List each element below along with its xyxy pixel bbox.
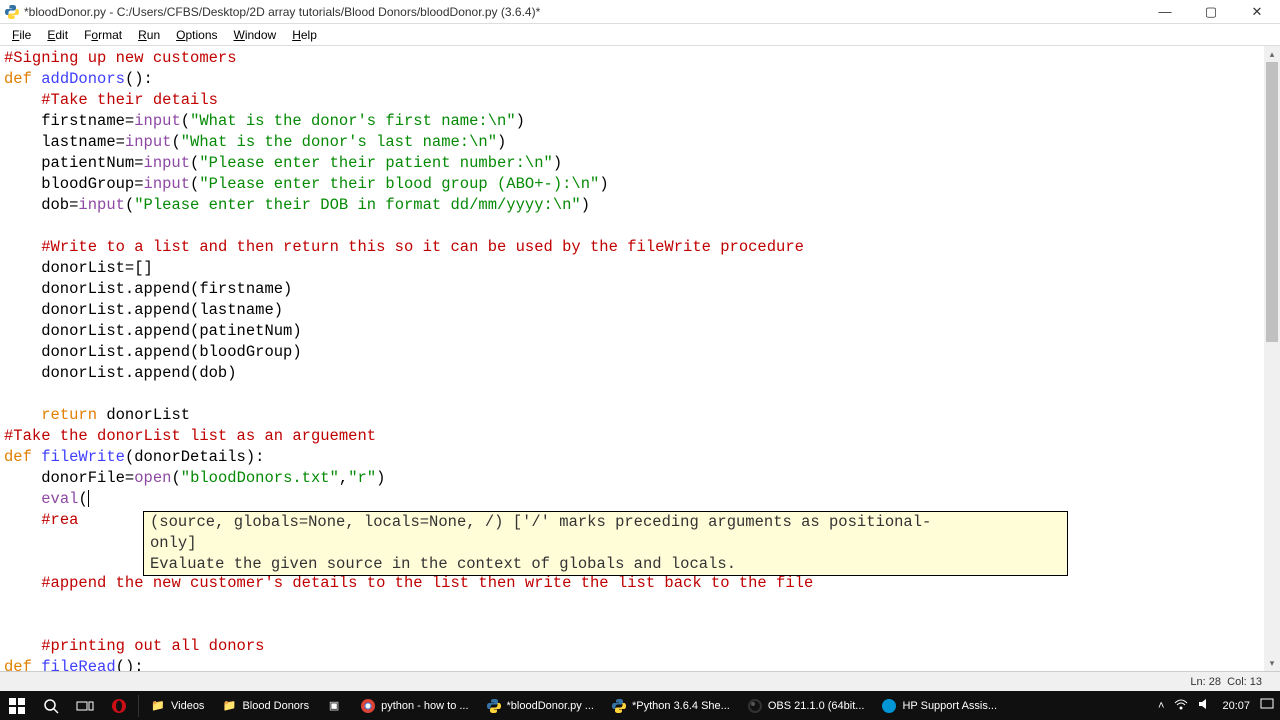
start-button[interactable] — [0, 691, 34, 720]
scroll-up-arrow[interactable]: ▴ — [1264, 46, 1280, 62]
search-button[interactable] — [34, 691, 68, 720]
maximize-button[interactable]: ▢ — [1188, 0, 1234, 24]
notification-icon[interactable] — [1260, 697, 1274, 714]
taskbar-separator — [138, 695, 139, 717]
window-controls: — ▢ ✕ — [1142, 0, 1280, 24]
chrome-icon — [359, 697, 377, 715]
menubar: File Edit Format Run Options Window Help — [0, 24, 1280, 46]
calltip-doc: Evaluate the given source in the context… — [150, 554, 1061, 575]
taskbar-item-videos[interactable]: 📁 Videos — [141, 691, 212, 720]
folder-icon: 📁 — [149, 697, 167, 715]
system-tray[interactable]: ˄ 20:07 — [1158, 697, 1280, 714]
calltip-signature: (source, globals=None, locals=None, /) [… — [150, 512, 1061, 533]
titlebar: *bloodDonor.py - C:/Users/CFBS/Desktop/2… — [0, 0, 1280, 24]
menu-edit[interactable]: Edit — [39, 26, 76, 44]
tray-volume-icon[interactable] — [1198, 697, 1212, 714]
minimize-button[interactable]: — — [1142, 0, 1188, 24]
scroll-down-arrow[interactable]: ▾ — [1264, 655, 1280, 671]
code-content[interactable]: #Signing up new customers def addDonors(… — [0, 46, 1280, 671]
opera-button[interactable] — [102, 691, 136, 720]
statusbar: Ln: 28 Col: 13 — [0, 671, 1280, 691]
text-cursor — [88, 490, 89, 507]
calltip-signature-cont: only] — [150, 533, 1061, 554]
folder-icon: 📁 — [220, 697, 238, 715]
menu-run[interactable]: Run — [130, 26, 168, 44]
menu-help[interactable]: Help — [284, 26, 325, 44]
status-line: Ln: 28 — [1190, 676, 1221, 688]
taskbar: 📁 Videos 📁 Blood Donors ▣ python - how t… — [0, 691, 1280, 720]
python-file-icon — [4, 4, 20, 20]
python-icon — [610, 697, 628, 715]
tray-chevron-icon[interactable]: ˄ — [1158, 700, 1164, 712]
windows-icon — [8, 697, 26, 715]
tray-clock[interactable]: 20:07 — [1222, 700, 1250, 712]
taskbar-item-obs[interactable]: OBS 21.1.0 (64bit... — [738, 691, 873, 720]
taskbar-item-hp[interactable]: HP Support Assis... — [872, 691, 1005, 720]
taskbar-item-blooddonor-py[interactable]: *bloodDonor.py ... — [477, 691, 602, 720]
menu-format[interactable]: Format — [76, 26, 130, 44]
task-view-button[interactable] — [68, 691, 102, 720]
calltip: (source, globals=None, locals=None, /) [… — [143, 511, 1068, 576]
close-button[interactable]: ✕ — [1234, 0, 1280, 24]
scroll-thumb[interactable] — [1266, 62, 1278, 342]
obs-icon — [746, 697, 764, 715]
code-editor[interactable]: #Signing up new customers def addDonors(… — [0, 46, 1280, 671]
task-view-icon — [76, 697, 94, 715]
opera-icon — [110, 697, 128, 715]
app-icon: ▣ — [325, 697, 343, 715]
vertical-scrollbar[interactable]: ▴ ▾ — [1264, 46, 1280, 671]
python-icon — [485, 697, 503, 715]
taskbar-item-chrome[interactable]: python - how to ... — [351, 691, 476, 720]
window-title: *bloodDonor.py - C:/Users/CFBS/Desktop/2… — [24, 5, 540, 19]
search-icon — [42, 697, 60, 715]
taskbar-item-blood-donors[interactable]: 📁 Blood Donors — [212, 691, 317, 720]
hp-icon — [880, 697, 898, 715]
menu-file[interactable]: File — [4, 26, 39, 44]
taskbar-item-python-shell[interactable]: *Python 3.6.4 She... — [602, 691, 738, 720]
menu-options[interactable]: Options — [168, 26, 225, 44]
tray-wifi-icon[interactable] — [1174, 697, 1188, 714]
status-col: Col: 13 — [1227, 676, 1262, 688]
taskbar-item-app[interactable]: ▣ — [317, 691, 351, 720]
menu-window[interactable]: Window — [226, 26, 285, 44]
